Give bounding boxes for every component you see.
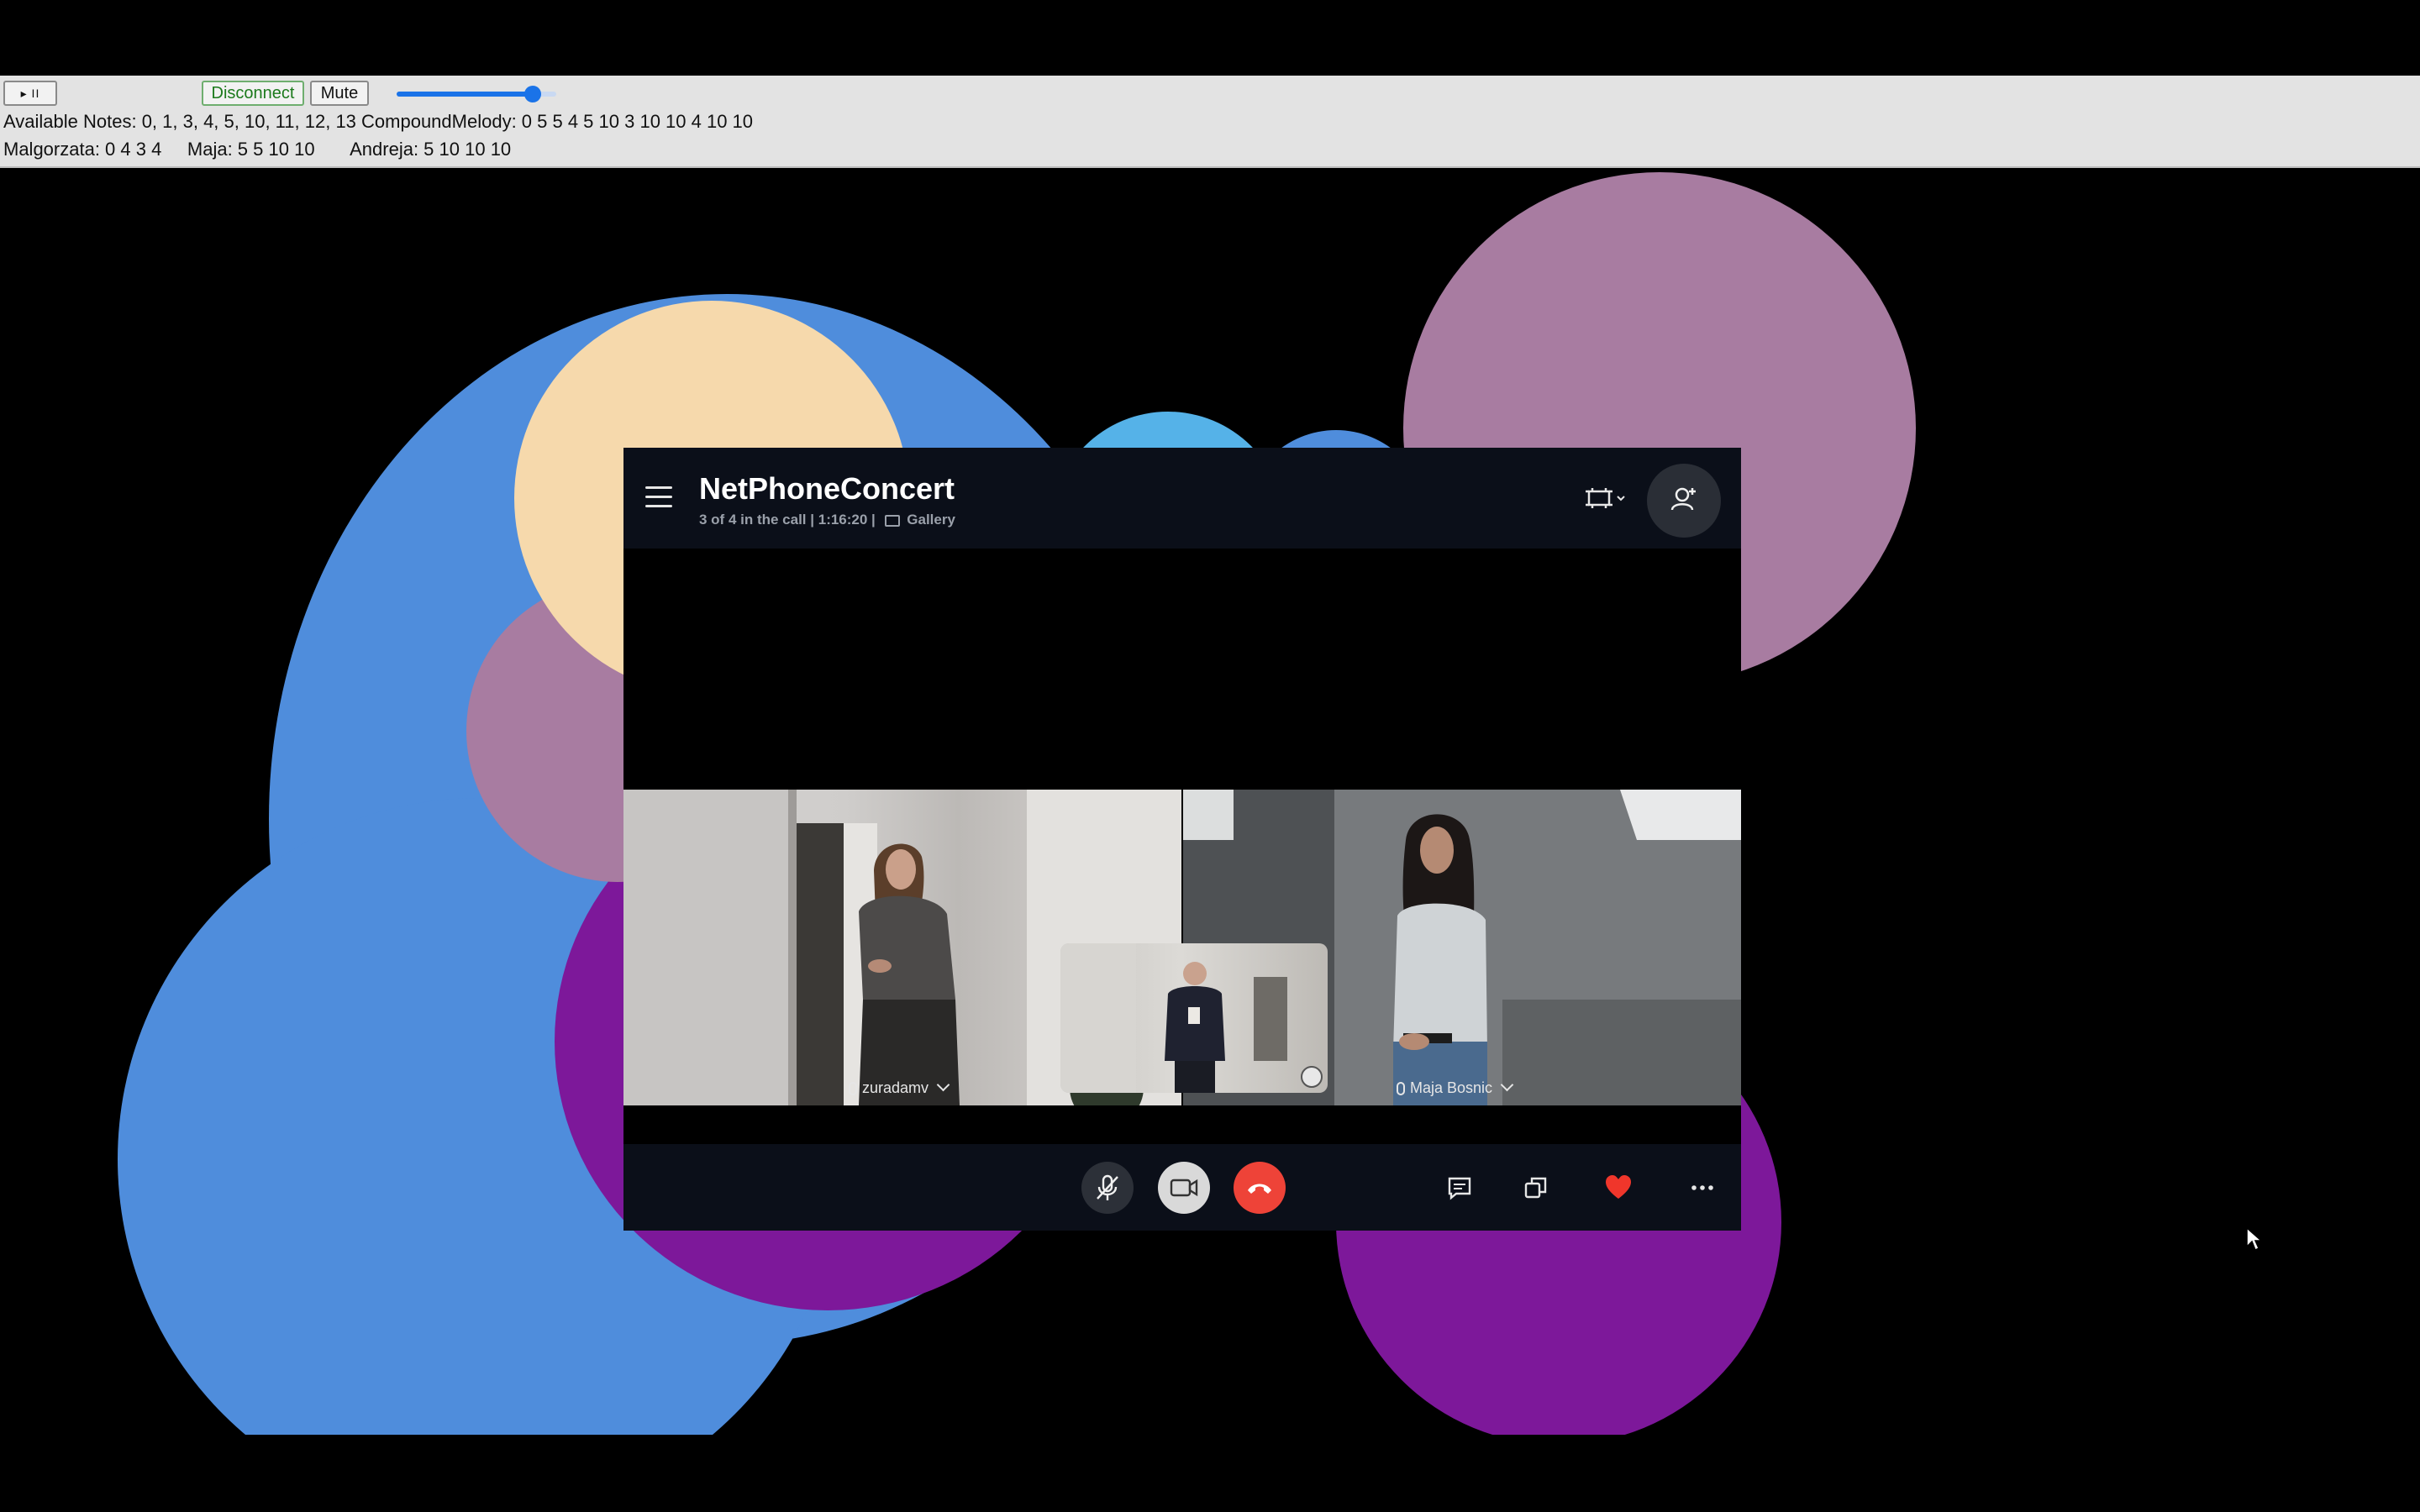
camera-toggle-button[interactable] [1158,1162,1210,1214]
participant-name-text: Maja Bosnic [1410,1079,1493,1096]
player-notes-text: Malgorzata: 0 4 3 4 Maja: 5 5 10 10 Andr… [3,139,512,160]
available-notes-text: Available Notes: 0, 1, 3, 4, 5, 10, 11, … [3,111,754,132]
play-pause-button[interactable]: ▸ II [3,81,57,106]
mic-muted-small-icon [849,1082,857,1096]
add-participant-button[interactable] [1647,464,1721,538]
layout-switch-icon[interactable] [1584,485,1631,512]
call-controls-toolbar [623,1144,1741,1231]
view-mode-label[interactable]: Gallery [907,512,955,528]
mute-button[interactable]: Mute [310,81,369,106]
self-video [1060,943,1287,1093]
participant-name-maja-bosnic[interactable]: Maja Bosnic [1397,1078,1514,1097]
share-screen-icon[interactable] [1519,1171,1553,1205]
disconnect-button[interactable]: Disconnect [202,81,304,106]
chevron-down-icon [936,1078,950,1092]
self-video-preview[interactable] [1060,943,1328,1093]
camera-icon [1170,1179,1198,1197]
volume-thumb[interactable] [523,86,541,102]
call-header: NetPhoneConcert 3 of 4 in the call | 1:1… [623,448,1741,549]
hangup-icon [1248,1184,1271,1194]
chevron-down-icon [1500,1078,1514,1092]
volume-track-fill [397,92,533,97]
volume-slider[interactable] [397,86,556,102]
video-gallery: S [623,549,1741,1219]
call-title: NetPhoneConcert [699,471,955,506]
mic-muted-small-icon [1397,1082,1405,1096]
participant-name-text: zuradamv [862,1079,929,1096]
chat-icon[interactable] [1443,1171,1476,1205]
participant-name-zuradamv[interactable]: zuradamv [849,1078,950,1097]
gallery-icon [884,514,900,527]
muted-indicator-icon [1301,1066,1323,1088]
bottom-shade [0,1435,2420,1512]
call-status-text: 3 of 4 in the call | 1:16:20 | [699,512,876,528]
heart-icon[interactable] [1602,1171,1635,1205]
desktop-stage: ▸ II Disconnect Mute Available Notes: 0,… [0,0,2420,1512]
mic-muted-icon [1097,1174,1118,1200]
controller-toolbar: ▸ II Disconnect Mute Available Notes: 0,… [0,76,2420,168]
hang-up-button[interactable] [1234,1162,1286,1214]
skype-call-window: NetPhoneConcert 3 of 4 in the call | 1:1… [623,448,1741,1231]
call-status: 3 of 4 in the call | 1:16:20 | Gallery [699,512,955,528]
more-icon[interactable] [1686,1171,1719,1205]
add-person-icon [1670,487,1696,511]
hamburger-menu-icon[interactable] [645,486,672,508]
mouse-cursor-icon [2246,1226,2262,1252]
mute-microphone-button[interactable] [1081,1162,1134,1214]
